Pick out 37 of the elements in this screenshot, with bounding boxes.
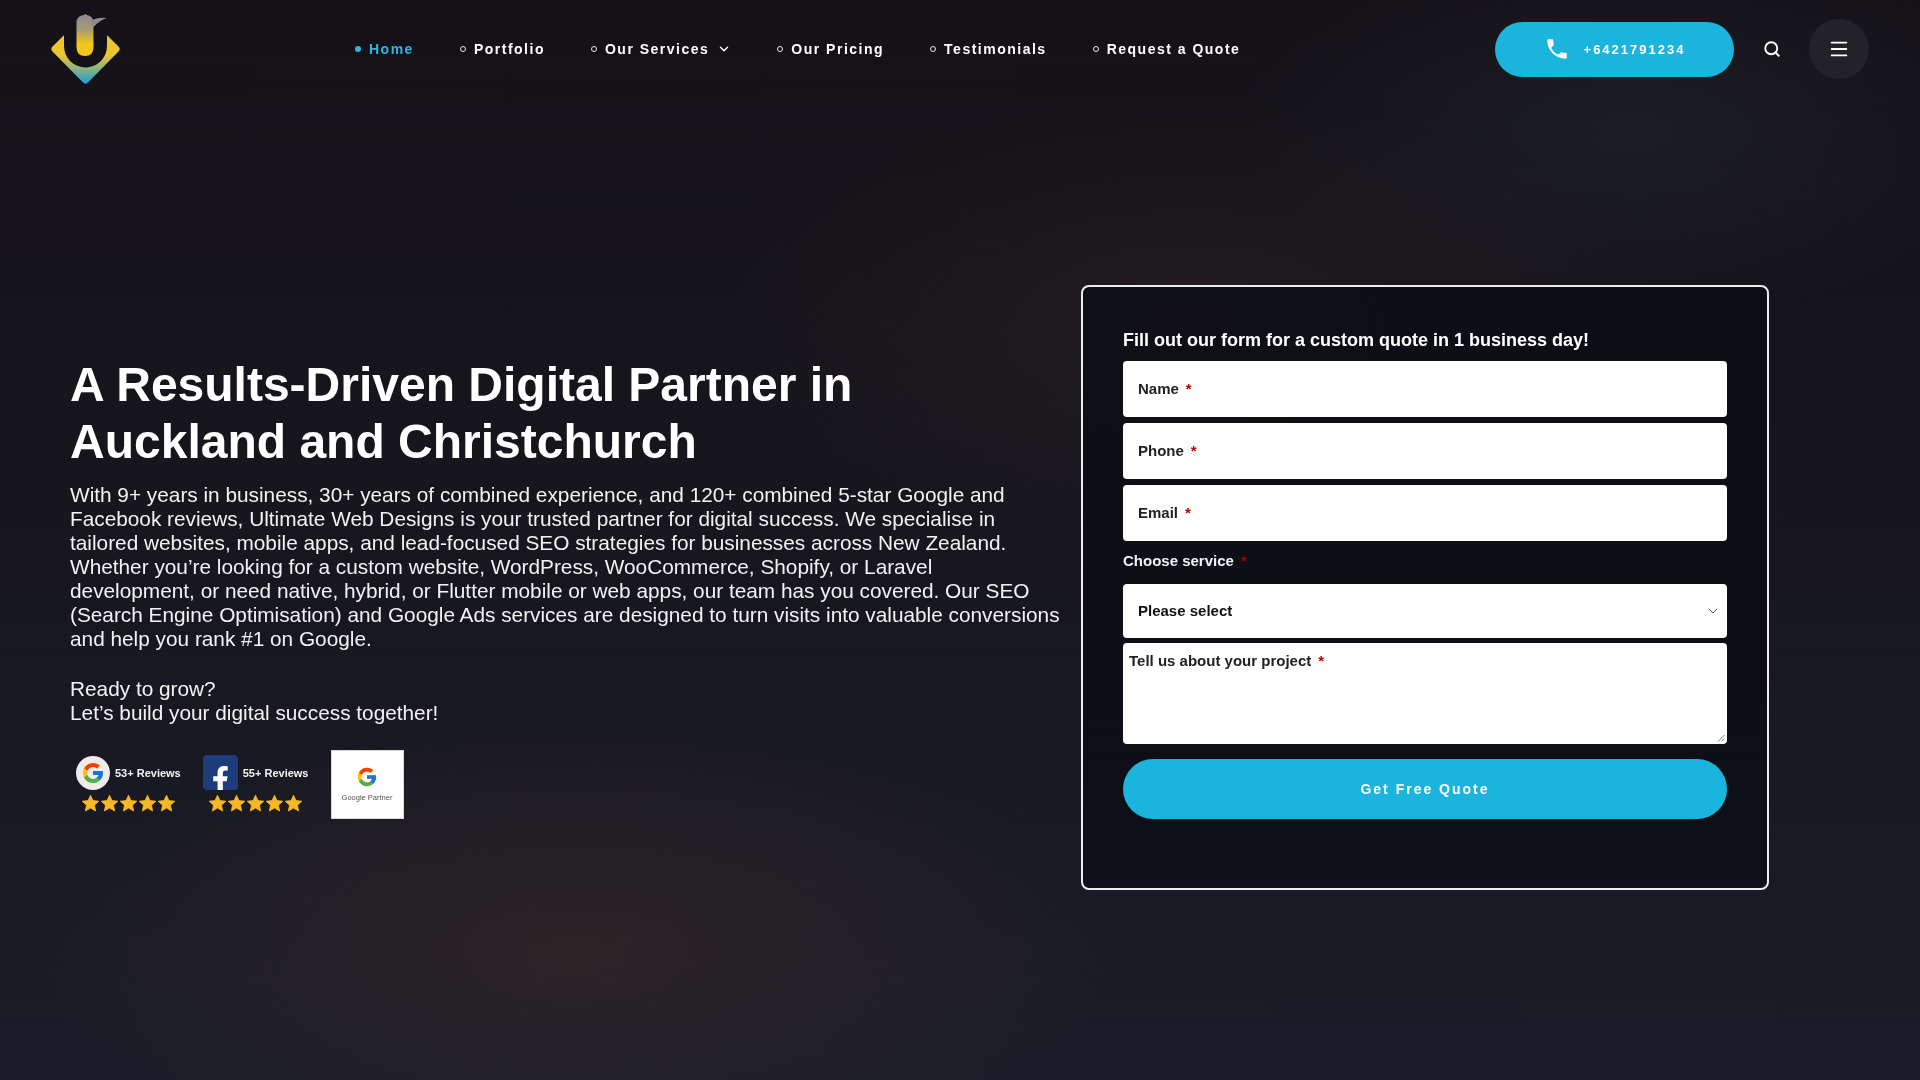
star-icon (137, 793, 157, 813)
star-icon (99, 793, 119, 813)
facebook-icon (202, 755, 238, 790)
resize-grip-icon[interactable] (1717, 733, 1725, 742)
star-icon (208, 794, 228, 813)
input-field[interactable]: Email * (1123, 484, 1727, 541)
nav-link[interactable]: Request a Quote (1092, 41, 1241, 57)
search-button[interactable] (1763, 40, 1781, 58)
star-icon (80, 793, 100, 813)
input-field[interactable]: Name * (1123, 360, 1727, 417)
star-icon (156, 793, 176, 813)
star-icon (265, 794, 285, 813)
closing-text: Ready to grow? (70, 676, 217, 701)
hero-heading: A Results-Driven Digital Partner in Auckland and Christchurch (70, 356, 854, 470)
nav-link[interactable]: Our Services (590, 41, 732, 57)
field-label: Choose service * (1123, 550, 1248, 571)
closing-text: Let’s build your digital success together! (70, 700, 440, 725)
star-icon (284, 794, 304, 813)
service-select[interactable]: Please select (1123, 583, 1727, 638)
star-icon (118, 793, 138, 813)
star-icon (227, 794, 247, 813)
review-count: 55+ Reviews (242, 766, 309, 779)
nav-link[interactable]: Testimonials (930, 41, 1047, 57)
intro-paragraph: With 9+ years in business, 30+ years of combined experience, and 120+ combined 5-star Google and Facebook reviews, Ultimate Web Designs is your trusted partner for digital success. We specialise in tailored websites, mobile apps, and lead-focused SEO strategies for businesses across New Zealand. Whether you’re looking for a custom website, WordPress, WooCommerce, Shopify, or Laravel development, or need native, hybrid, or Flutter mobile or web apps, our team has you covered. Our SEO (Search Engine Optimisation) and Google Ads services are designed to turn visits into valuable conversions and help you rank #1 on Google. (70, 482, 1060, 651)
review-count: 53+ Reviews (115, 766, 181, 779)
logo[interactable] (50, 13, 121, 85)
google-icon (76, 755, 110, 790)
nav-link[interactable]: Portfolio (459, 41, 545, 57)
input-field[interactable]: Phone * (1123, 422, 1727, 479)
star-icon (246, 794, 266, 813)
google-icon (356, 766, 378, 788)
project-textarea[interactable]: Tell us about your project * (1123, 642, 1727, 744)
dot-icon (355, 46, 361, 52)
nav-link[interactable]: Home (355, 41, 414, 57)
nav-link[interactable]: Our Pricing (777, 41, 885, 57)
form-title: Fill out our form for a custom quote in 1 business day! (1123, 328, 1591, 351)
search-icon (1763, 40, 1781, 58)
